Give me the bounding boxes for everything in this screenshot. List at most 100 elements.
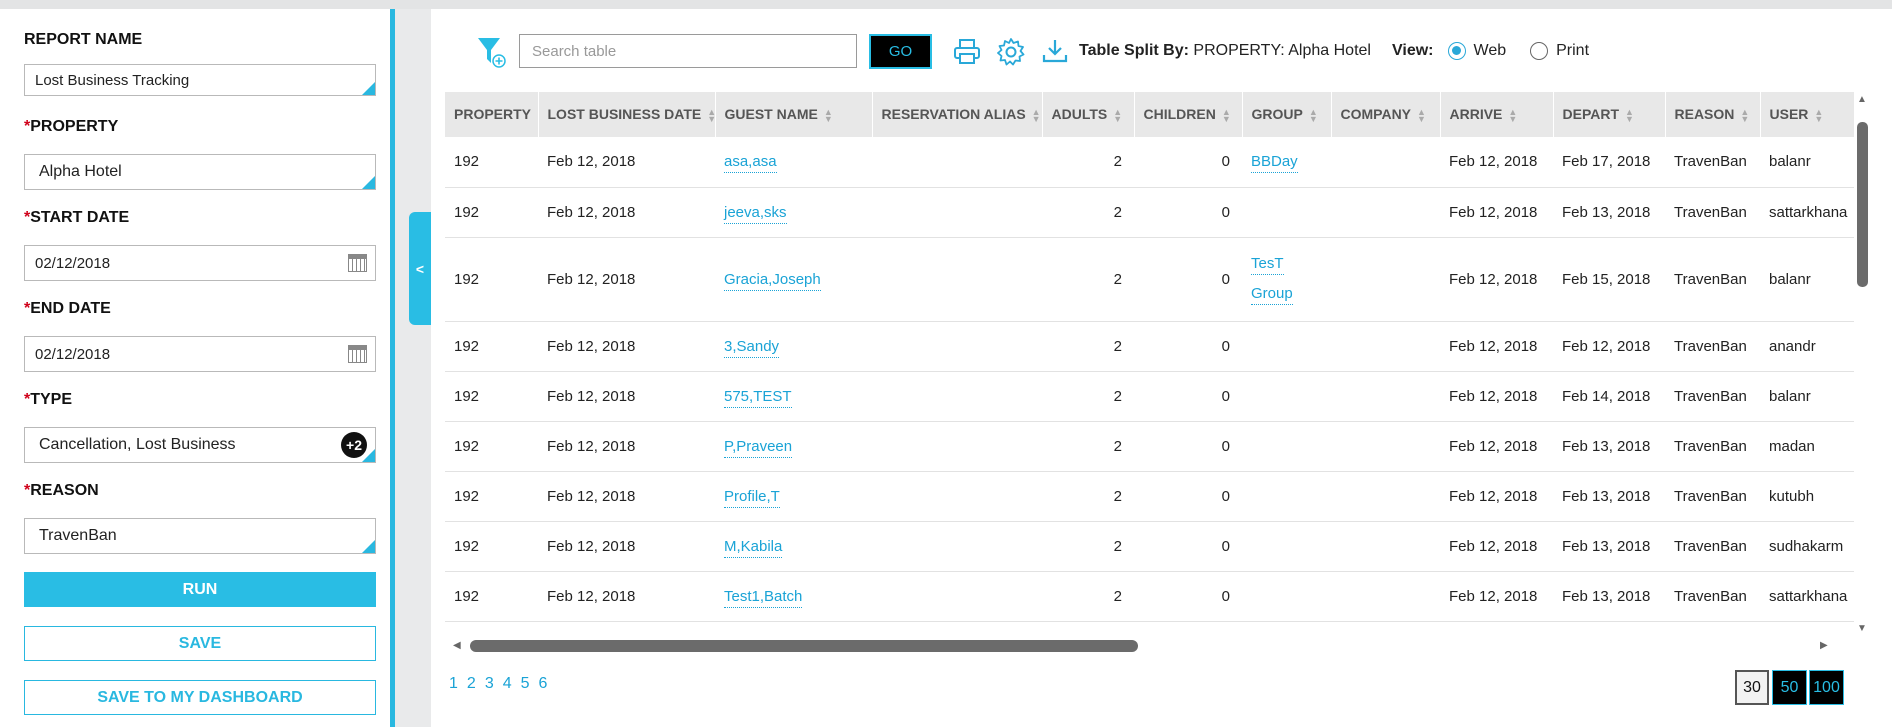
scroll-right-arrow-icon[interactable]: ▶ — [1820, 640, 1828, 651]
search-input[interactable]: Search table — [519, 34, 857, 68]
scroll-down-arrow-icon[interactable]: ▼ — [1857, 623, 1867, 634]
page-link[interactable]: 2 — [467, 675, 476, 693]
depart-cell: Feb 17, 2018 — [1553, 137, 1665, 188]
guest-name-link[interactable]: jeeva,sks — [724, 203, 787, 224]
column-header[interactable]: USER ▲ ▼ — [1760, 92, 1854, 137]
print-icon[interactable] — [953, 38, 981, 66]
collapse-panel-button[interactable]: < — [409, 212, 431, 325]
column-header[interactable]: LOST BUSINESS DATE ▲▼ — [538, 92, 716, 137]
sort-icon[interactable]: ▲▼ — [1222, 107, 1231, 123]
start-date-field[interactable]: 02/12/2018 — [24, 245, 376, 281]
children-cell: 0 — [1134, 571, 1242, 622]
view-print-label[interactable]: Print — [1556, 42, 1589, 60]
page-link[interactable]: 1 — [449, 675, 458, 693]
scroll-left-arrow-icon[interactable]: ◀ — [453, 640, 461, 651]
sort-icon[interactable]: ▲▼ — [824, 107, 833, 123]
sort-icon[interactable]: ▲▼ — [1625, 107, 1634, 123]
arrive-cell: Feb 12, 2018 — [1440, 137, 1553, 188]
page-size-100-button[interactable]: 100 — [1809, 670, 1844, 705]
guest-name-cell: asa,asa — [715, 137, 872, 188]
save-button[interactable]: SAVE — [24, 626, 376, 661]
guest-name-link[interactable]: Test1,Batch — [724, 587, 803, 608]
sort-icon[interactable]: ▲▼ — [1740, 107, 1749, 123]
column-header[interactable]: DEPART ▲ ▼ — [1553, 92, 1666, 137]
column-header[interactable]: GUEST NAME ▲ ▼ — [715, 92, 873, 137]
sort-icon[interactable]: ▲▼ — [707, 107, 714, 123]
reservation-alias-cell — [872, 187, 1042, 238]
group-cell: TesT Group — [1242, 237, 1331, 322]
column-header[interactable]: GROUP ▲ ▼ — [1242, 92, 1332, 137]
column-header[interactable]: ADULTS ▲ ▼ — [1042, 92, 1135, 137]
guest-name-link[interactable]: P,Praveen — [724, 437, 793, 458]
guest-name-cell: jeeva,sks — [715, 187, 872, 238]
property-select[interactable]: Alpha Hotel — [24, 154, 376, 190]
top-bar — [0, 0, 1892, 9]
sort-icon[interactable]: ▲▼ — [1113, 107, 1122, 123]
calendar-icon[interactable] — [348, 254, 367, 272]
table-row: 192 Feb 12, 2018 jeeva,sks 2 0 Feb 12, 2018 Fe… — [445, 187, 1854, 238]
guest-name-link[interactable]: 3,Sandy — [724, 337, 780, 358]
run-button[interactable]: RUN — [24, 572, 376, 607]
sort-icon[interactable]: ▲▼ — [1032, 107, 1041, 123]
lost-business-date-cell: Feb 12, 2018 — [538, 237, 715, 322]
column-header[interactable]: RESERVATION ALIAS ▲ ▼ — [872, 92, 1043, 137]
download-icon[interactable] — [1042, 38, 1068, 64]
adults-cell: 2 — [1042, 521, 1134, 572]
search-placeholder: Search table — [532, 42, 617, 60]
sort-icon[interactable]: ▲▼ — [1508, 107, 1517, 123]
end-date-field[interactable]: 02/12/2018 — [24, 336, 376, 372]
column-header[interactable]: COMPANY ▲ ▼ — [1331, 92, 1441, 137]
calendar-icon[interactable] — [348, 345, 367, 363]
column-header[interactable]: ARRIVE ▲ ▼ — [1440, 92, 1554, 137]
column-header-label: USER — [1769, 106, 1809, 123]
horizontal-scrollbar[interactable]: ◀ ▶ — [445, 638, 1854, 654]
lost-business-date-cell: Feb 12, 2018 — [538, 571, 715, 622]
filter-icon[interactable] — [476, 35, 506, 69]
group-cell — [1242, 187, 1331, 238]
adults-cell: 2 — [1042, 471, 1134, 522]
property-cell: 192 — [445, 237, 538, 322]
page-link[interactable]: 3 — [485, 675, 494, 693]
group-link[interactable]: TesT — [1251, 255, 1284, 275]
view-web-radio[interactable] — [1447, 42, 1466, 60]
reason-select[interactable]: TravenBan — [24, 518, 376, 554]
guest-name-link[interactable]: M,Kabila — [724, 537, 783, 558]
column-header[interactable]: PROPERTY▲▼ — [445, 92, 539, 137]
page-link[interactable]: 5 — [521, 675, 530, 693]
go-button[interactable]: GO — [869, 34, 932, 69]
page-size-50-button[interactable]: 50 — [1772, 670, 1807, 705]
gear-icon[interactable] — [996, 37, 1026, 67]
report-name-field[interactable]: Lost Business Tracking — [24, 64, 376, 96]
scroll-up-arrow-icon[interactable]: ▲ — [1857, 94, 1867, 105]
depart-cell: Feb 12, 2018 — [1553, 321, 1665, 372]
guest-name-link[interactable]: Profile,T — [724, 487, 780, 508]
company-cell — [1331, 371, 1440, 422]
group-cell — [1242, 521, 1331, 572]
group-link[interactable]: Group — [1251, 285, 1293, 305]
column-header[interactable]: CHILDREN ▲ ▼ — [1134, 92, 1243, 137]
user-cell: anandr — [1760, 321, 1854, 372]
view-print-radio[interactable] — [1530, 42, 1549, 60]
column-header[interactable]: REASON ▲ ▼ — [1665, 92, 1761, 137]
guest-name-link[interactable]: asa,asa — [724, 153, 777, 174]
sort-icon[interactable]: ▲▼ — [1309, 107, 1318, 123]
page-link[interactable]: 4 — [503, 675, 512, 693]
horizontal-scroll-thumb[interactable] — [470, 640, 1138, 652]
depart-cell: Feb 13, 2018 — [1553, 187, 1665, 238]
guest-name-link[interactable]: 575,TEST — [724, 387, 792, 408]
vertical-scroll-thumb[interactable] — [1857, 122, 1868, 287]
view-web-label[interactable]: Web — [1474, 42, 1507, 60]
reservation-alias-cell — [872, 137, 1042, 188]
table-split-info: Table Split By: PROPERTY: Alpha Hotel — [1079, 42, 1371, 60]
group-link[interactable]: BBDay — [1251, 152, 1298, 173]
company-cell — [1331, 137, 1440, 188]
filter-panel: REPORT NAME Lost Business Tracking *PROP… — [0, 9, 395, 727]
guest-name-link[interactable]: Gracia,Joseph — [724, 270, 821, 291]
type-select[interactable]: Cancellation, Lost Business +2 — [24, 427, 376, 463]
vertical-scrollbar[interactable]: ▲ ▼ — [1855, 92, 1868, 634]
save-to-dashboard-button[interactable]: SAVE TO MY DASHBOARD — [24, 680, 376, 715]
page-size-30-button[interactable]: 30 — [1735, 670, 1769, 705]
page-link[interactable]: 6 — [539, 675, 548, 693]
sort-icon[interactable]: ▲▼ — [1814, 107, 1823, 123]
sort-icon[interactable]: ▲▼ — [1417, 107, 1426, 123]
